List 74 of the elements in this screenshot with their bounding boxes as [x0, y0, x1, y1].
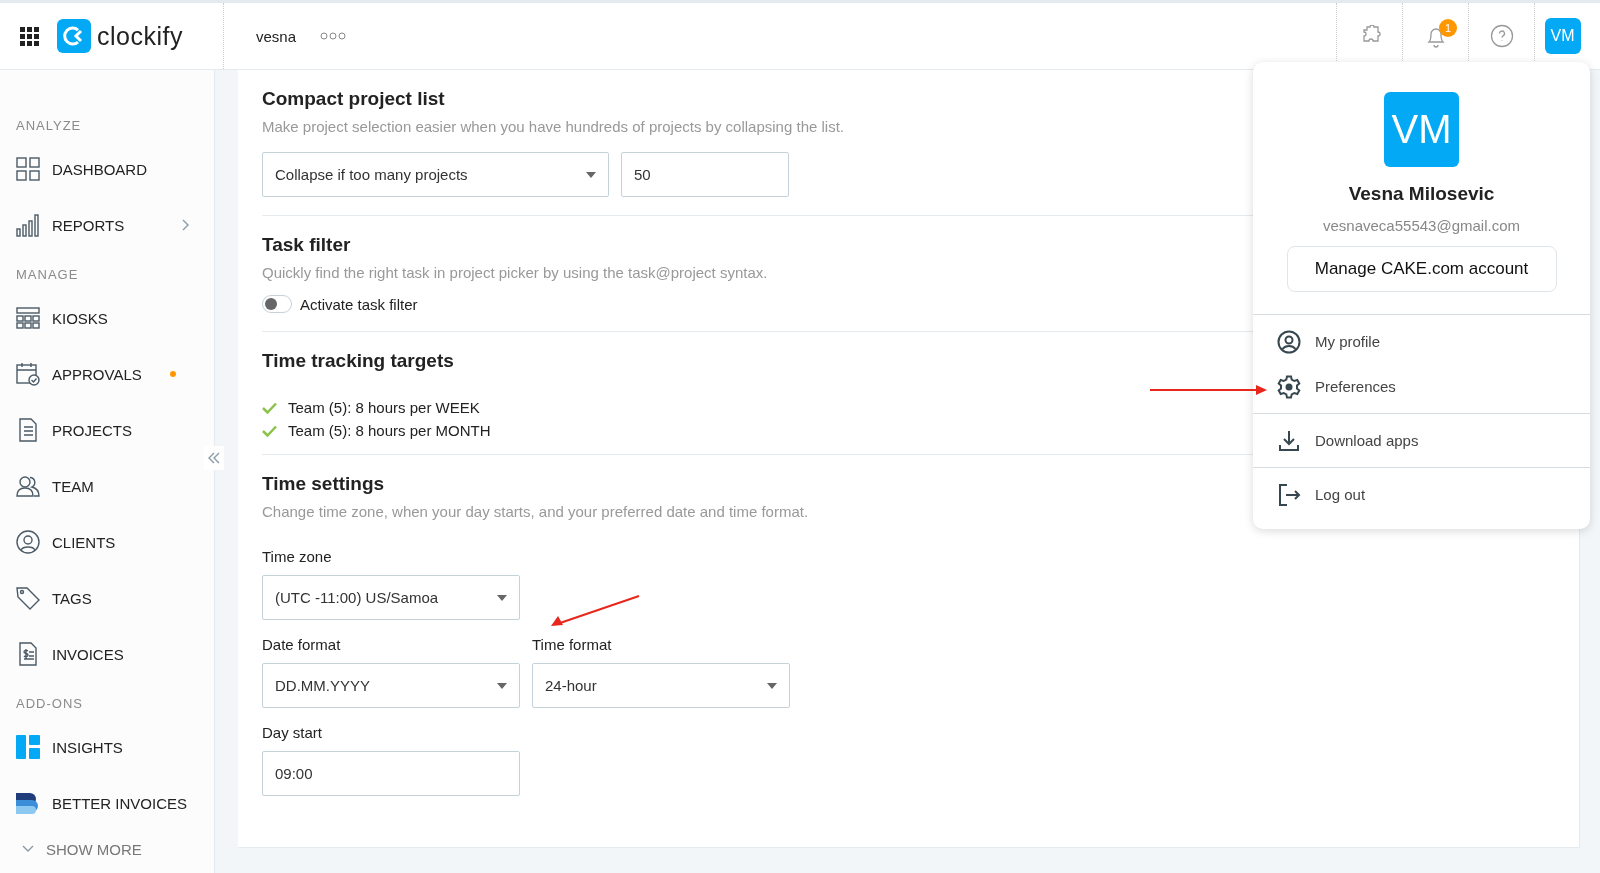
calendar-check-icon: [16, 362, 40, 386]
section-description: Quickly find the right task in project picker by using the task@project syntax.: [262, 264, 768, 281]
user-email: vesnaveca55543@gmail.com: [1323, 217, 1520, 234]
caret-down-icon: [497, 682, 507, 689]
section-heading: ANALYZE: [15, 118, 83, 133]
menu-item[interactable]: Download apps: [1253, 418, 1590, 463]
document-icon: [16, 418, 40, 442]
check-icon: [262, 424, 277, 437]
user-name: Vesna Milosevic: [1348, 183, 1495, 205]
more-icon: [320, 32, 346, 40]
target-text: Team (5): 8 hours per MONTH: [288, 422, 491, 439]
sidebar-item[interactable]: KIOSKS: [0, 290, 214, 346]
clockify-logo-icon: [57, 19, 91, 53]
double-chevron-left-icon: [208, 452, 220, 464]
download-icon: [1277, 428, 1301, 453]
sidebar-item[interactable]: REPORTS: [0, 197, 214, 253]
people-icon: [16, 474, 40, 498]
sidebar-item[interactable]: APPROVALS: [0, 346, 214, 402]
caret-down-icon: [767, 682, 777, 689]
help-icon: [1489, 24, 1514, 48]
menu-item[interactable]: Preferences: [1253, 364, 1590, 409]
menu-item[interactable]: Log out: [1253, 472, 1590, 517]
section-heading: ADD-ONS: [15, 696, 84, 711]
section-description: Make project selection easier when you have hundreds of projects by collapsing the list.: [262, 118, 844, 135]
sidebar-item[interactable]: TAGS: [0, 570, 214, 626]
bar-chart-icon: [16, 213, 40, 237]
dropdown-field[interactable]: (UTC -11:00) US/Samoa: [262, 575, 520, 620]
better-invoices-logo-icon: [16, 791, 40, 815]
field-label: Day start: [262, 724, 322, 741]
workspace-name[interactable]: vesna: [255, 27, 296, 45]
field-label: Time zone: [262, 548, 332, 565]
app-grid-icon: [20, 26, 39, 46]
chevron-down-icon: [22, 845, 34, 853]
caret-down-icon: [497, 594, 507, 601]
logout-icon: [1277, 482, 1301, 507]
dashboard-icon: [16, 157, 40, 181]
check-icon: [262, 401, 277, 414]
field-label: Time format: [532, 636, 612, 653]
menu-item[interactable]: My profile: [1253, 319, 1590, 364]
toggle-label: Activate task filter: [300, 295, 418, 313]
section-heading: MANAGE: [15, 267, 80, 282]
dropdown-field[interactable]: 24-hour: [532, 663, 790, 708]
tag-icon: [16, 586, 40, 610]
sidebar-item[interactable]: PROJECTS: [0, 402, 214, 458]
person-circle-icon: [1277, 329, 1301, 354]
section-title: Time settings: [262, 473, 385, 495]
section-description: Change time zone, when your day starts, and your preferred date and time format.: [262, 503, 809, 520]
input-field[interactable]: 09:00: [262, 751, 520, 796]
section-title: Time tracking targets: [262, 350, 454, 372]
sidebar-item[interactable]: CLIENTS: [0, 514, 214, 570]
notification-badge: 1: [1439, 19, 1457, 37]
sidebar-item[interactable]: INVOICES: [0, 626, 214, 682]
logo-text: clockify: [97, 21, 183, 51]
sidebar-item[interactable]: TEAM: [0, 458, 214, 514]
project-limit-field[interactable]: 50: [621, 152, 789, 197]
show-more-button[interactable]: SHOW MORE: [0, 831, 214, 867]
section-title: Task filter: [262, 234, 351, 256]
project-list-dropdown[interactable]: Collapse if too many projects: [262, 152, 609, 197]
sidebar-item[interactable]: INSIGHTS: [0, 719, 214, 775]
insights-logo-icon: [16, 735, 40, 759]
sidebar-item[interactable]: BETTER INVOICES: [0, 775, 214, 831]
person-circle-icon: [16, 530, 40, 554]
manage-account-button[interactable]: Manage CAKE.com account: [1286, 246, 1557, 292]
invoice-icon: [16, 642, 40, 666]
dropdown-field[interactable]: DD.MM.YYYY: [262, 663, 520, 708]
profile-avatar: VM: [1384, 92, 1459, 167]
target-text: Team (5): 8 hours per WEEK: [288, 399, 480, 416]
grid-icon: [16, 306, 40, 330]
field-label: Date format: [262, 636, 341, 653]
toggle-switch[interactable]: [262, 295, 292, 313]
settings-icon: [1277, 374, 1301, 399]
caret-down-icon: [586, 171, 596, 178]
section-title: Compact project list: [262, 88, 445, 110]
sidebar-item[interactable]: DASHBOARD: [0, 141, 214, 197]
